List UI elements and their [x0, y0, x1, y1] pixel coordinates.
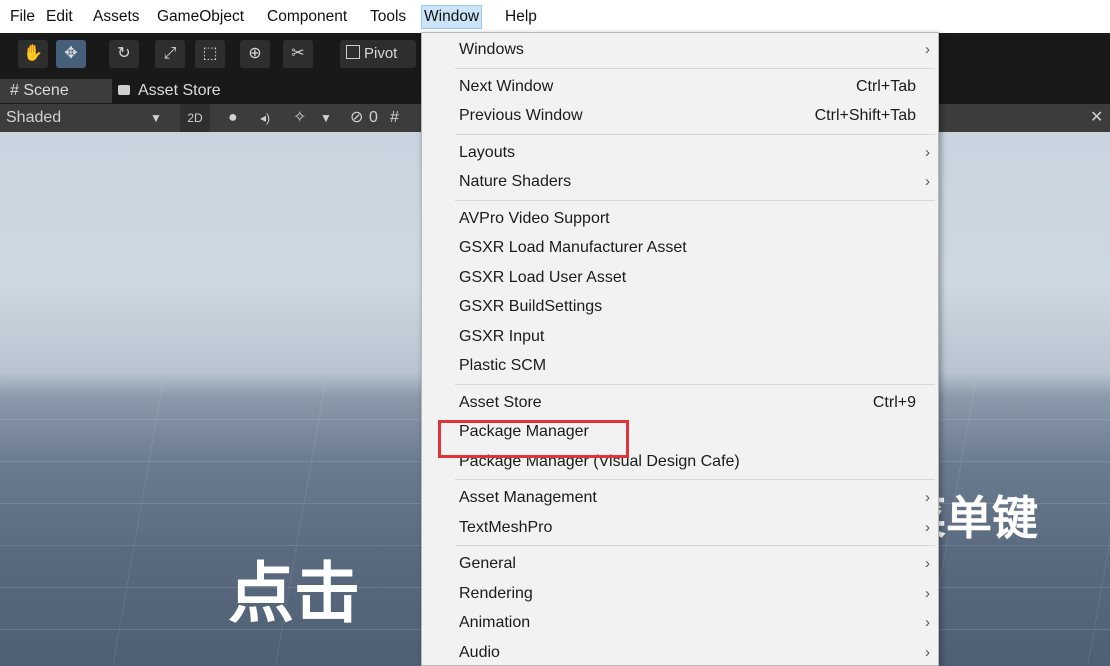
menu-item-label: Audio	[459, 643, 500, 661]
menu-item-asset-store[interactable]: Asset Store Ctrl+9	[422, 388, 938, 417]
menu-item-label: Rendering	[459, 584, 533, 602]
hash-icon: #	[10, 82, 24, 99]
menu-item-textmeshpro[interactable]: TextMeshPro ›	[422, 513, 938, 542]
chevron-right-icon: ›	[925, 143, 930, 161]
transform-icon[interactable]: ⊕	[240, 40, 270, 68]
shading-mode-dropdown[interactable]: Shaded	[6, 104, 61, 132]
grid-icon[interactable]: #	[390, 104, 399, 132]
chevron-right-icon: ›	[925, 584, 930, 602]
chevron-right-icon: ›	[925, 643, 930, 661]
menu-item-gsxr-input[interactable]: GSXR Input	[422, 322, 938, 351]
menu-item-gsxr-load-manufacturer-asset[interactable]: GSXR Load Manufacturer Asset	[422, 233, 938, 262]
menu-separator	[455, 67, 935, 69]
chevron-right-icon: ›	[925, 614, 930, 631]
menu-item-label: GSXR BuildSettings	[459, 298, 603, 315]
hand-icon[interactable]: ✋	[18, 40, 48, 68]
menu-item-label: TextMeshPro	[459, 518, 553, 536]
menu-tools[interactable]: Tools	[368, 6, 408, 28]
menu-item-asset-management[interactable]: Asset Management ›	[422, 483, 938, 512]
effects-chevron-icon[interactable]: ▼	[320, 104, 332, 132]
rotate-icon[interactable]: ↻	[109, 40, 139, 68]
menu-item-gsxr-buildsettings[interactable]: GSXR BuildSettings	[422, 292, 938, 321]
menu-item-animation[interactable]: Animation ›	[422, 608, 938, 637]
menu-item-windows[interactable]: Windows ›	[422, 35, 938, 64]
menu-item-audio[interactable]: Audio ›	[422, 638, 938, 666]
menu-assets[interactable]: Assets	[91, 6, 142, 28]
chevron-right-icon: ›	[925, 41, 930, 58]
move-icon[interactable]: ✥	[56, 40, 86, 68]
menu-help[interactable]: Help	[503, 6, 539, 28]
menu-item-shortcut: Ctrl+Shift+Tab	[814, 107, 916, 124]
audio-icon[interactable]: ◂)	[260, 104, 270, 132]
menu-separator	[455, 479, 935, 480]
menu-separator	[455, 545, 935, 546]
menu-item-label: Animation	[459, 614, 531, 631]
highlight-box	[438, 420, 629, 458]
pivot-button[interactable]: Pivot	[340, 40, 416, 68]
menu-separator	[455, 383, 935, 385]
menu-separator	[455, 199, 935, 201]
menu-item-label: Windows	[459, 41, 524, 58]
menu-item-label: GSXR Load Manufacturer Asset	[459, 239, 687, 256]
tab-asset-store-label: Asset Store	[138, 82, 221, 99]
window-menu-dropdown: Windows › Next Window Ctrl+Tab Previous Wind…	[421, 32, 939, 666]
menu-item-label: General	[459, 555, 516, 572]
lighting-icon[interactable]: ●	[228, 104, 238, 132]
menu-item-rendering[interactable]: Rendering ›	[422, 579, 938, 608]
menu-item-label: Asset Store	[459, 393, 542, 411]
menu-separator	[455, 133, 935, 135]
chevron-right-icon: ›	[925, 555, 930, 572]
custom-tool-icon[interactable]: ✂	[283, 40, 313, 68]
tab-scene-label: Scene	[23, 82, 69, 99]
pivot-label: Pivot	[364, 45, 398, 62]
menu-item-avpro-video-support[interactable]: AVPro Video Support	[422, 204, 938, 233]
menu-item-label: Layouts	[459, 143, 516, 161]
chevron-right-icon: ›	[925, 489, 930, 506]
overlay-text-left: 点击	[228, 555, 360, 632]
tools-icon[interactable]: ✕	[1090, 104, 1103, 132]
menu-item-label: Nature Shaders	[459, 173, 572, 190]
menu-window[interactable]: Window	[421, 5, 483, 29]
menu-item-label: Plastic SCM	[459, 357, 547, 374]
tab-asset-store[interactable]: Asset Store	[118, 79, 221, 103]
pivot-icon	[346, 45, 360, 59]
menu-item-layouts[interactable]: Layouts ›	[422, 138, 938, 167]
hidden-objects-icon[interactable]: ⊘	[350, 104, 363, 132]
menu-item-label: Asset Management	[459, 489, 597, 506]
chevron-down-icon[interactable]: ▼	[150, 104, 162, 132]
menu-item-nature-shaders[interactable]: Nature Shaders ›	[422, 167, 938, 196]
chevron-right-icon: ›	[925, 173, 930, 190]
menu-gameobject[interactable]: GameObject	[155, 6, 246, 28]
menu-item-label: Next Window	[459, 77, 554, 95]
menu-item-label: Previous Window	[459, 107, 583, 124]
tab-scene[interactable]: # Scene	[0, 79, 112, 103]
rect-icon[interactable]: ⬚	[195, 40, 225, 68]
menu-item-plastic-scm[interactable]: Plastic SCM	[422, 351, 938, 380]
menu-bar: File Edit Assets GameObject Component To…	[0, 0, 1110, 33]
menu-item-shortcut: Ctrl+9	[872, 393, 916, 411]
hidden-count: 0	[369, 109, 378, 126]
menu-item-label: GSXR Load User Asset	[459, 268, 627, 286]
menu-item-next-window[interactable]: Next Window Ctrl+Tab	[422, 72, 938, 101]
toggle-2d-button[interactable]: 2D	[180, 104, 210, 132]
menu-item-general[interactable]: General ›	[422, 549, 938, 578]
menu-edit[interactable]: Edit	[44, 6, 75, 28]
scale-icon[interactable]: ⤢	[155, 40, 185, 68]
bag-icon	[118, 85, 130, 95]
menu-item-shortcut: Ctrl+Tab	[855, 77, 916, 95]
menu-component[interactable]: Component	[265, 6, 349, 28]
chevron-right-icon: ›	[925, 518, 930, 536]
menu-item-gsxr-load-user-asset[interactable]: GSXR Load User Asset	[422, 263, 938, 292]
menu-item-label: AVPro Video Support	[459, 209, 610, 227]
menu-item-label: GSXR Input	[459, 327, 545, 345]
menu-item-previous-window[interactable]: Previous Window Ctrl+Shift+Tab	[422, 101, 938, 130]
menu-file[interactable]: File	[8, 6, 37, 28]
effects-icon[interactable]: ✧	[293, 104, 306, 132]
